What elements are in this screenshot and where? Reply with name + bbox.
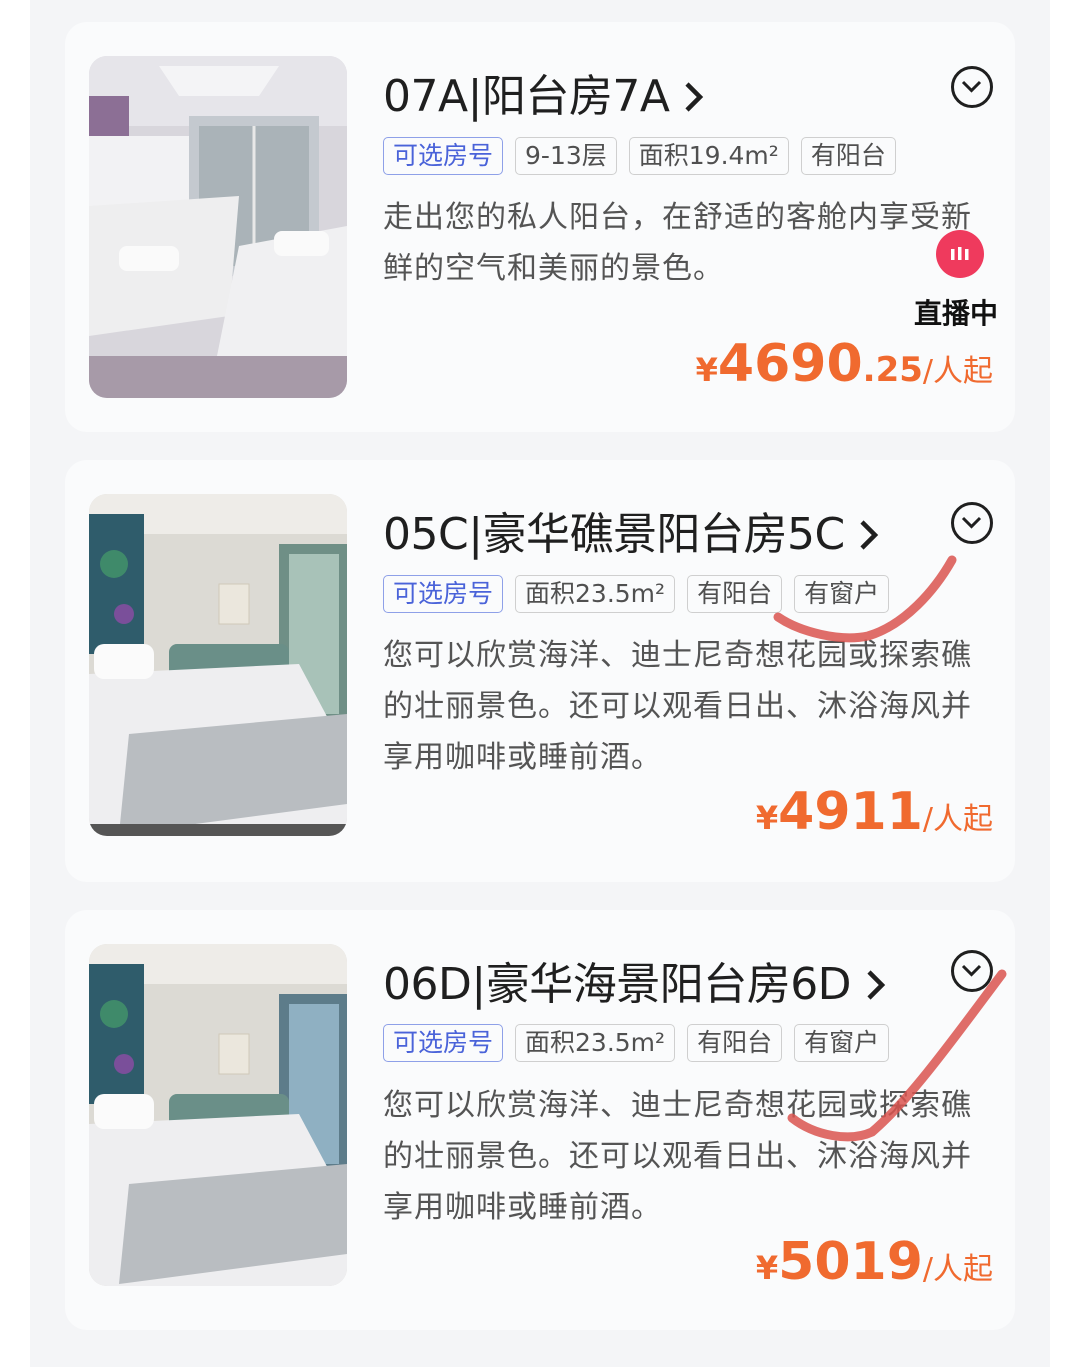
live-bars-icon bbox=[936, 230, 984, 278]
cabin-card[interactable]: 07A|阳台房7A 可选房号 9-13层 面积19.4m² 有阳台 走出您的私人… bbox=[65, 22, 1015, 432]
cabin-photo[interactable] bbox=[89, 494, 347, 836]
cabin-tags: 可选房号 9-13层 面积19.4m² 有阳台 bbox=[383, 137, 896, 175]
chevron-right-icon bbox=[683, 74, 705, 125]
cabin-title-text: 06D|豪华海景阳台房6D bbox=[383, 959, 852, 1010]
chevron-down-circle-icon[interactable] bbox=[951, 66, 993, 108]
cabin-description: 您可以欣赏海洋、迪士尼奇想花园或探索礁的壮丽景色。还可以观看日出、沐浴海风并享用… bbox=[383, 638, 972, 775]
cabin-photo[interactable] bbox=[89, 944, 347, 1286]
live-badge-label: 直播中 bbox=[914, 297, 999, 330]
cabin-description: 您可以欣赏海洋、迪士尼奇想花园或探索礁的壮丽景色。还可以观看日出、沐浴海风并享用… bbox=[383, 1088, 972, 1225]
cabin-tags: 可选房号 面积23.5m² 有阳台 有窗户 bbox=[383, 575, 890, 613]
cabin-card[interactable]: 05C|豪华礁景阳台房5C 可选房号 面积23.5m² 有阳台 有窗户 您可以欣… bbox=[65, 460, 1015, 882]
cabin-title-text: 05C|豪华礁景阳台房5C bbox=[383, 509, 845, 560]
cabin-tag: 有阳台 bbox=[687, 575, 783, 613]
chevron-right-icon bbox=[858, 512, 880, 563]
cabin-title[interactable]: 07A|阳台房7A bbox=[383, 60, 705, 125]
select-room-tag[interactable]: 可选房号 bbox=[383, 137, 504, 175]
cabin-tag: 面积23.5m² bbox=[515, 1024, 676, 1062]
cabin-tag: 有阳台 bbox=[800, 137, 896, 175]
cabin-description: 走出您的私人阳台，在舒适的客舱内享受新鲜的空气和美丽的景色。 bbox=[383, 200, 972, 286]
cabin-tag: 9-13层 bbox=[515, 137, 617, 175]
cabin-photo[interactable] bbox=[89, 56, 347, 398]
chevron-down-circle-icon[interactable] bbox=[951, 950, 993, 992]
cabin-tag: 有窗户 bbox=[794, 1024, 890, 1062]
cabin-title[interactable]: 05C|豪华礁景阳台房5C bbox=[383, 498, 880, 563]
chevron-down-circle-icon[interactable] bbox=[951, 502, 993, 544]
chevron-right-icon bbox=[865, 962, 887, 1013]
cabin-title-text: 07A|阳台房7A bbox=[383, 71, 670, 122]
select-room-tag[interactable]: 可选房号 bbox=[383, 575, 504, 613]
cabin-tag: 有阳台 bbox=[687, 1024, 783, 1062]
live-badge[interactable]: 直播中 bbox=[898, 192, 1028, 342]
cabin-tag: 面积19.4m² bbox=[628, 137, 789, 175]
cabin-tag: 有窗户 bbox=[794, 575, 890, 613]
cabin-title[interactable]: 06D|豪华海景阳台房6D bbox=[383, 948, 887, 1013]
cabin-card[interactable]: 06D|豪华海景阳台房6D 可选房号 面积23.5m² 有阳台 有窗户 您可以欣… bbox=[65, 910, 1015, 1330]
cabin-price: ¥4690.25/人起 bbox=[695, 334, 993, 394]
cabin-price: ¥5019/人起 bbox=[755, 1232, 993, 1292]
cabin-tags: 可选房号 面积23.5m² 有阳台 有窗户 bbox=[383, 1024, 890, 1062]
cabin-tag: 面积23.5m² bbox=[515, 575, 676, 613]
cabin-list-page: 07A|阳台房7A 可选房号 9-13层 面积19.4m² 有阳台 走出您的私人… bbox=[30, 0, 1050, 1367]
select-room-tag[interactable]: 可选房号 bbox=[383, 1024, 504, 1062]
cabin-price: ¥4911/人起 bbox=[755, 782, 993, 842]
